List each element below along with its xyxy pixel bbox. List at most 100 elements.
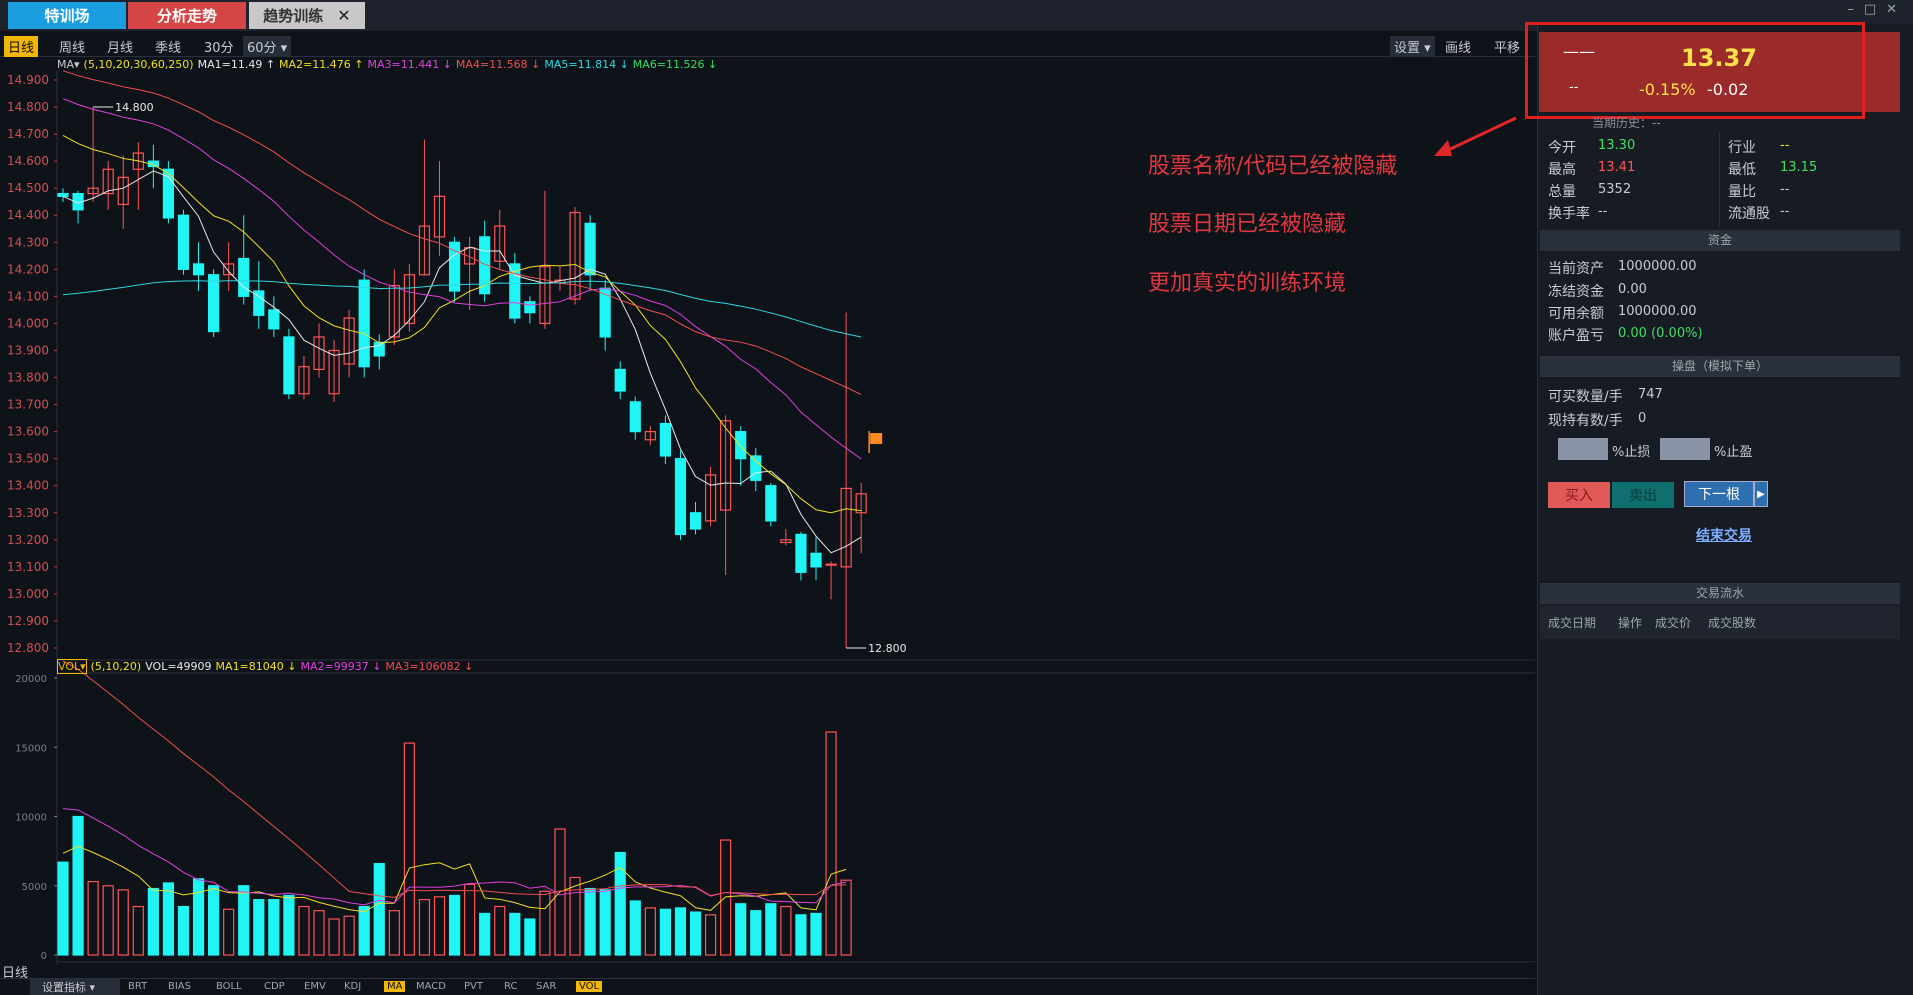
volume-bar (373, 862, 385, 956)
volume-bar (117, 889, 129, 956)
period-week[interactable]: 周线 (55, 36, 89, 57)
volume-bar (132, 905, 144, 956)
trade-header: 操盘（模拟下单） (1540, 356, 1900, 377)
frozen-value: 0.00 (1618, 282, 1647, 297)
volume-bar (599, 889, 611, 956)
candle-body (208, 274, 220, 333)
window-controls[interactable]: –□✕ (1847, 2, 1907, 17)
volume-bar (298, 905, 310, 956)
candle-body (735, 431, 747, 460)
indicator-rc[interactable]: RC (504, 981, 517, 992)
vol-name: VOL▾ (57, 659, 87, 674)
close-icon[interactable]: ✕ (337, 6, 350, 25)
y-tick-label: 14.800 (7, 100, 49, 114)
tab-analysis[interactable]: 分析走势 (128, 2, 246, 29)
candle-body (750, 455, 762, 481)
asset-value: 1000000.00 (1618, 259, 1697, 274)
candle-body (373, 341, 385, 357)
indicator-sar[interactable]: SAR (536, 981, 556, 992)
indicator-macd[interactable]: MACD (416, 981, 446, 992)
low-label: 12.800 (868, 642, 907, 655)
candle-body (795, 533, 807, 573)
volume-bar (283, 894, 295, 956)
kline-chart[interactable]: 14.900 14.800 14.700 14.600 14.500 14.400 14.3… (0, 57, 1535, 967)
high-label: 14.800 (115, 101, 153, 114)
volume-value: 5352 (1598, 182, 1632, 197)
vol-value: VOL=49909 (145, 660, 212, 673)
stop-loss-input[interactable] (1558, 438, 1608, 460)
volume-bar (433, 896, 446, 956)
indicator-emv[interactable]: EMV (304, 981, 326, 992)
volume-bar (780, 905, 792, 956)
end-trade-link[interactable]: 结束交易 (1696, 525, 1752, 545)
volume-bar (479, 912, 491, 956)
highlight-box (1525, 22, 1865, 119)
candle-body (448, 241, 461, 292)
indicator-boll[interactable]: BOLL (216, 981, 242, 992)
candle-body (358, 279, 370, 368)
volume-bar (720, 839, 732, 956)
sell-button[interactable]: 卖出 (1612, 482, 1674, 508)
volume-bar (343, 915, 355, 956)
stop-profit-input[interactable] (1660, 438, 1710, 460)
set-indicator-label: 设置指标 (42, 981, 86, 994)
volume-bar (403, 742, 415, 956)
low-label: 最低 (1728, 162, 1756, 178)
ratio-value: -- (1780, 182, 1790, 197)
volume-bar (162, 882, 175, 956)
y-tick-label: 13.800 (7, 371, 49, 385)
set-indicator-button[interactable]: 设置指标 ▾ (30, 979, 120, 995)
vol-ma-2: MA2=99937 ↓ (300, 660, 382, 673)
flow-col-price: 成交价 (1655, 616, 1692, 630)
candle-body (177, 214, 190, 270)
y-tick-label: 13.200 (7, 533, 49, 547)
float-label: 流通股 (1728, 206, 1770, 222)
volume-bar (765, 903, 777, 956)
y-tick-label: 14.000 (7, 316, 49, 330)
indicator-kdj[interactable]: KDJ (344, 981, 361, 992)
period-60m[interactable]: 60分 ▾ (243, 36, 292, 57)
candle-body (584, 222, 596, 276)
hold-value: 0 (1638, 411, 1647, 426)
indicator-pvt[interactable]: PVT (464, 981, 483, 992)
buy-button[interactable]: 买入 (1548, 482, 1610, 508)
industry-value: -- (1780, 138, 1790, 153)
overlay-note-3: 更加真实的训练环境 (1148, 271, 1347, 296)
y-tick-label: 14.100 (7, 289, 49, 303)
period-quarter[interactable]: 季线 (151, 36, 185, 57)
volume-bar (57, 861, 69, 956)
vol-tick-label: 20000 (15, 674, 47, 685)
open-value: 13.30 (1598, 138, 1636, 153)
tab-training[interactable]: 特训场 (8, 2, 126, 29)
indicator-ma[interactable]: MA (384, 981, 406, 992)
draw-line-button[interactable]: 画线 (1441, 36, 1475, 57)
indicator-brt[interactable]: BRT (128, 981, 147, 992)
candle-body (283, 336, 295, 395)
ma3-line (62, 98, 862, 460)
industry-label: 行业 (1728, 140, 1756, 156)
period-30m[interactable]: 30分 (200, 36, 238, 57)
volume-bar (464, 883, 476, 956)
vol-ma-1: MA1=81040 ↓ (215, 660, 297, 673)
y-tick-label: 14.900 (7, 73, 49, 87)
y-tick-label: 14.500 (7, 181, 49, 195)
stats-divider (1719, 132, 1720, 226)
y-tick-label: 14.300 (7, 235, 49, 249)
pan-button[interactable]: 平移 (1490, 36, 1524, 57)
next-bar-dropdown-icon[interactable]: ▶ (1754, 481, 1768, 507)
volume-bar (448, 894, 461, 956)
indicator-cdp[interactable]: CDP (264, 981, 285, 992)
period-60m-label: 60分 (247, 41, 277, 56)
indicator-vol[interactable]: VOL (576, 981, 603, 992)
tab-trend-training[interactable]: 趋势训练 ✕ (249, 2, 365, 29)
next-bar-button[interactable]: 下一根 (1684, 481, 1754, 507)
period-day[interactable]: 日线 (4, 36, 39, 57)
y-tick-label: 13.600 (7, 425, 49, 439)
period-month[interactable]: 月线 (103, 36, 137, 57)
indicator-bias[interactable]: BIAS (168, 981, 191, 992)
candle-body (192, 263, 205, 276)
volume-bar (177, 905, 190, 956)
y-tick-label: 13.300 (7, 506, 49, 520)
settings-button[interactable]: 设置 ▾ (1390, 36, 1435, 57)
asset-label: 当前资产 (1548, 261, 1604, 277)
